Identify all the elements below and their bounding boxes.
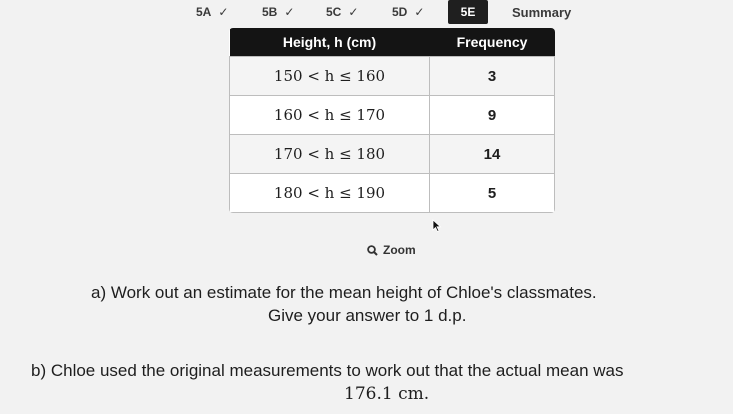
- zoom-button[interactable]: Zoom: [367, 243, 416, 257]
- check-icon: ✓: [218, 5, 229, 19]
- question-b-value: 176.1 cm.: [344, 384, 430, 404]
- tab-5d[interactable]: 5D ✓: [392, 0, 424, 24]
- check-icon: ✓: [284, 5, 295, 19]
- tab-summary[interactable]: Summary: [512, 0, 571, 24]
- table-row: 150 < h ≤ 160 3: [229, 56, 555, 96]
- frequency-cell: 5: [429, 173, 555, 213]
- height-range-cell: 150 < h ≤ 160: [229, 56, 430, 96]
- height-range-cell: 180 < h ≤ 190: [229, 173, 430, 213]
- tab-label: Summary: [512, 4, 572, 20]
- height-range-cell: 160 < h ≤ 170: [229, 95, 430, 135]
- tab-5e[interactable]: 5E: [448, 0, 488, 24]
- table-row: 170 < h ≤ 180 14: [229, 134, 555, 174]
- table-row: 160 < h ≤ 170 9: [229, 95, 555, 135]
- tab-label: 5C: [326, 5, 342, 19]
- tab-label: 5E: [460, 5, 476, 19]
- tab-label: 5A: [196, 5, 212, 19]
- question-b-text: b) Chloe used the original measurements …: [31, 361, 624, 380]
- tab-label: 5D: [392, 5, 408, 19]
- height-range-cell: 170 < h ≤ 180: [229, 134, 430, 174]
- table-header-row: Height, h (cm) Frequency: [229, 28, 555, 57]
- tab-bar: 5A ✓ 5B ✓ 5C ✓ 5D ✓ 5E Summary: [0, 0, 733, 26]
- frequency-table: Height, h (cm) Frequency 150 < h ≤ 160 3…: [229, 28, 555, 213]
- tab-5a[interactable]: 5A ✓: [196, 0, 228, 24]
- frequency-cell: 3: [429, 56, 555, 96]
- mouse-cursor-icon: [432, 219, 442, 232]
- frequency-cell: 14: [429, 134, 555, 174]
- question-a-instruction: Give your answer to 1 d.p.: [268, 306, 467, 325]
- table-row: 180 < h ≤ 190 5: [229, 173, 555, 213]
- magnifier-icon: [367, 244, 378, 256]
- tab-5c[interactable]: 5C ✓: [326, 0, 358, 24]
- tab-label: 5B: [262, 5, 278, 19]
- check-icon: ✓: [414, 5, 425, 19]
- tab-5b[interactable]: 5B ✓: [262, 0, 294, 24]
- header-height: Height, h (cm): [229, 28, 430, 57]
- frequency-cell: 9: [429, 95, 555, 135]
- question-a-text: a) Work out an estimate for the mean hei…: [91, 283, 597, 302]
- header-frequency: Frequency: [429, 28, 555, 57]
- check-icon: ✓: [348, 5, 359, 19]
- zoom-label: Zoom: [383, 243, 416, 257]
